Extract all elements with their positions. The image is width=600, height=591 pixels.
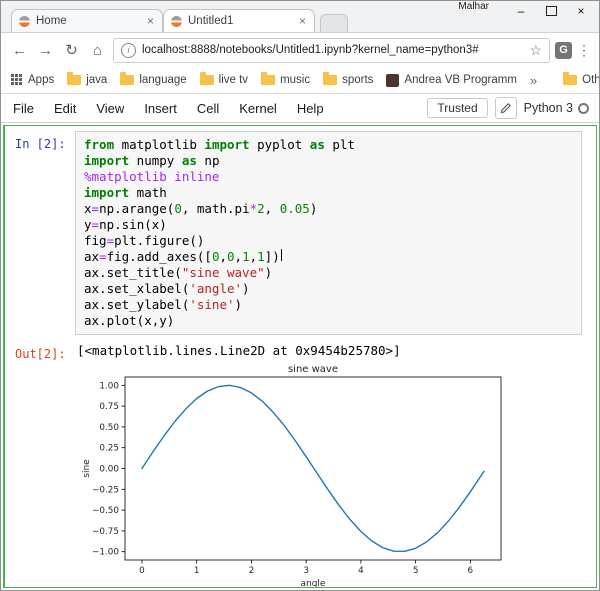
bookmark-label: live tv (219, 74, 248, 86)
page-info-icon[interactable]: i (121, 43, 136, 58)
apps-grid-icon (11, 74, 14, 77)
home-icon[interactable]: ⌂ (87, 42, 108, 59)
menubar-right: Trusted Python 3 (427, 97, 589, 119)
bookmark-label: language (139, 74, 186, 86)
maximize-icon (546, 6, 557, 16)
svg-text:−1.00: −1.00 (92, 548, 119, 558)
svg-text:angle: angle (301, 579, 326, 588)
forward-icon[interactable]: → (35, 42, 56, 59)
url-text[interactable]: localhost:8888/notebooks/Untitled1.ipynb… (142, 44, 523, 56)
bookmark-label: Other bookmarks (582, 74, 600, 86)
output-prompt: Out[2]: (5, 339, 71, 361)
input-row: In [2]: from matplotlib import pyplot as… (5, 131, 596, 335)
code-editor[interactable]: from matplotlib import pyplot as pltimpo… (75, 131, 582, 335)
apps-shortcut[interactable]: Apps (11, 74, 54, 86)
jupyter-favicon (171, 16, 182, 27)
os-user-label: Malhar (458, 1, 489, 12)
svg-text:−0.50: −0.50 (92, 506, 119, 516)
menu-insert[interactable]: Insert (134, 97, 187, 120)
address-bar[interactable]: i localhost:8888/notebooks/Untitled1.ipy… (113, 38, 550, 63)
tab-close-icon[interactable]: × (298, 14, 307, 28)
maximize-button[interactable] (536, 1, 566, 20)
menu-cell[interactable]: Cell (187, 97, 229, 120)
svg-text:sine wave: sine wave (288, 364, 338, 375)
browser-window: Home × Untitled1 × Malhar – × ← → ↻ ⌂ i … (0, 0, 600, 591)
svg-text:1.00: 1.00 (99, 381, 119, 391)
tab-untitled1[interactable]: Untitled1 × (163, 9, 315, 32)
tab-title: Home (36, 15, 140, 27)
folder-icon (67, 75, 81, 85)
svg-text:0: 0 (139, 566, 145, 576)
edit-title-button[interactable] (495, 97, 517, 119)
bookmark-folder-music[interactable]: music (261, 74, 310, 86)
close-button[interactable]: × (566, 1, 596, 20)
input-prompt: In [2]: (5, 131, 71, 151)
browser-menu-icon[interactable]: ⋮ (577, 42, 591, 59)
minimize-button[interactable]: – (506, 1, 536, 20)
tab-strip: Home × Untitled1 × Malhar – × (1, 1, 599, 33)
svg-text:1: 1 (194, 566, 200, 576)
menu-kernel[interactable]: Kernel (229, 97, 287, 120)
svg-text:6: 6 (468, 566, 474, 576)
folder-icon (261, 75, 275, 85)
bookmark-label: Andrea VB Programm (404, 74, 517, 86)
back-icon[interactable]: ← (9, 42, 30, 59)
bookmark-star-icon[interactable]: ☆ (529, 42, 542, 59)
sine-wave-plot: 0 1 2 3 4 5 6 −1.00 −0.75 −0.50 −0.25 0.00 0.25 0.50 0… (75, 362, 511, 588)
text-cursor (281, 249, 282, 261)
folder-icon (120, 75, 134, 85)
output-area: [<matplotlib.lines.Line2D at 0x9454b2578… (75, 339, 596, 588)
kernel-indicator: Python 3 (524, 101, 589, 115)
notebook-menubar: File Edit View Insert Cell Kernel Help T… (1, 94, 599, 122)
menu-file[interactable]: File (11, 97, 44, 120)
svg-text:sine: sine (82, 459, 92, 478)
bookmark-label: sports (342, 74, 373, 86)
folder-icon (563, 75, 577, 85)
new-tab-button[interactable] (320, 14, 348, 32)
notebook-body: In [2]: from matplotlib import pyplot as… (1, 123, 599, 590)
folder-icon (323, 75, 337, 85)
svg-text:0.25: 0.25 (99, 444, 119, 454)
trusted-button[interactable]: Trusted (427, 98, 487, 118)
pencil-icon (500, 103, 511, 114)
jupyter-favicon (19, 16, 30, 27)
extension-icon[interactable]: G (555, 42, 572, 59)
bookmark-label: java (86, 74, 107, 86)
bookmark-folder-java[interactable]: java (67, 74, 107, 86)
refresh-icon[interactable]: ↻ (61, 41, 82, 59)
bookmarks-bar: Apps java language live tv music sports … (1, 67, 599, 94)
bookmark-folder-sports[interactable]: sports (323, 74, 373, 86)
svg-text:−0.25: −0.25 (92, 485, 119, 495)
svg-text:4: 4 (358, 566, 364, 576)
svg-text:0.00: 0.00 (99, 465, 119, 475)
window-controls: – × (506, 1, 596, 20)
svg-text:−0.75: −0.75 (92, 527, 119, 537)
tab-title: Untitled1 (188, 15, 292, 27)
bookmark-folder-live-tv[interactable]: live tv (200, 74, 248, 86)
svg-text:3: 3 (303, 566, 309, 576)
kernel-status-icon (578, 103, 589, 114)
other-bookmarks[interactable]: Other bookmarks (563, 74, 600, 86)
browser-toolbar: ← → ↻ ⌂ i localhost:8888/notebooks/Untit… (1, 33, 599, 67)
bookmark-favicon (386, 74, 399, 87)
bookmark-label: Apps (28, 74, 54, 86)
output-repr-text: [<matplotlib.lines.Line2D at 0x9454b2578… (75, 339, 596, 360)
menu-help[interactable]: Help (287, 97, 334, 120)
selected-code-cell[interactable]: In [2]: from matplotlib import pyplot as… (3, 125, 597, 588)
svg-text:5: 5 (413, 566, 419, 576)
kernel-name: Python 3 (524, 101, 573, 115)
menu-view[interactable]: View (86, 97, 134, 120)
svg-text:0.75: 0.75 (99, 402, 119, 412)
svg-text:0.50: 0.50 (99, 423, 119, 433)
menu-edit[interactable]: Edit (44, 97, 86, 120)
tab-close-icon[interactable]: × (146, 14, 155, 28)
bookmark-label: music (280, 74, 310, 86)
bookmark-folder-language[interactable]: language (120, 74, 186, 86)
bookmark-andrea-vb[interactable]: Andrea VB Programm (386, 74, 517, 87)
bookmarks-overflow-chevron[interactable]: » (530, 73, 537, 88)
output-row: Out[2]: [<matplotlib.lines.Line2D at 0x9… (5, 339, 596, 588)
tab-home[interactable]: Home × (11, 9, 163, 32)
svg-text:2: 2 (249, 566, 255, 576)
folder-icon (200, 75, 214, 85)
